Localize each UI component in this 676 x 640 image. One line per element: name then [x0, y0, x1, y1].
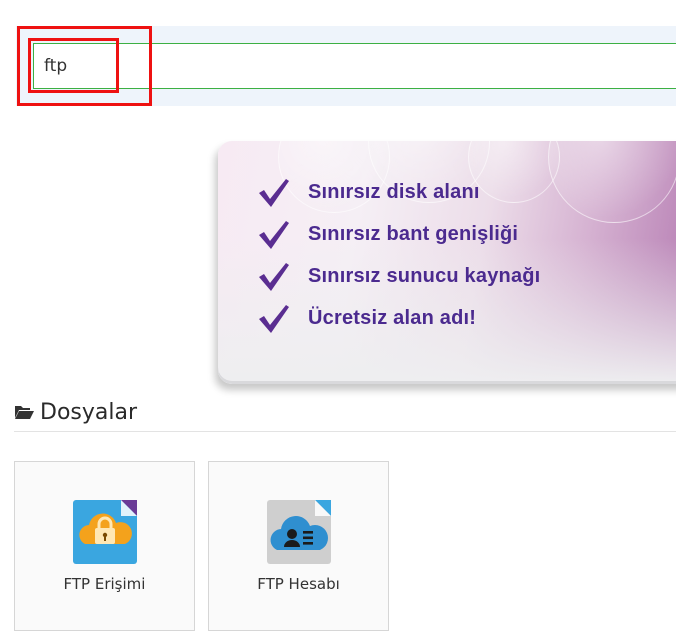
checkmark-icon [259, 263, 289, 291]
feature-text: Sınırsız sunucu kaynağı [308, 264, 541, 287]
tile-label: FTP Hesabı [257, 575, 340, 593]
promo-banner: Sınırsız disk alanı Sınırsız bant genişl… [218, 141, 676, 384]
feature-list: Sınırsız disk alanı Sınırsız bant genişl… [256, 171, 540, 339]
checkmark-icon [259, 179, 289, 207]
checkmark-icon [259, 305, 289, 333]
feature-text: Ücretsiz alan adı! [308, 306, 477, 329]
bubble-decoration [548, 141, 676, 223]
feature-item: Sınırsız bant genişliği [256, 213, 540, 255]
section-title: Dosyalar [40, 399, 138, 425]
ftp-account-icon [267, 500, 331, 564]
feature-text: Sınırsız disk alanı [308, 180, 480, 203]
tile-ftp-access[interactable]: FTP Erişimi [14, 461, 195, 631]
tile-label: FTP Erişimi [63, 575, 146, 593]
highlight-box-inner [28, 38, 119, 93]
folder-open-icon [15, 406, 34, 419]
tile-ftp-account[interactable]: FTP Hesabı [208, 461, 389, 631]
section-header-files: Dosyalar [14, 393, 676, 432]
feature-text: Sınırsız bant genişliği [308, 222, 519, 245]
feature-item: Ücretsiz alan adı! [256, 297, 540, 339]
feature-item: Sınırsız disk alanı [256, 171, 540, 213]
feature-item: Sınırsız sunucu kaynağı [256, 255, 540, 297]
checkmark-icon [259, 221, 289, 249]
ftp-access-icon [73, 500, 137, 564]
